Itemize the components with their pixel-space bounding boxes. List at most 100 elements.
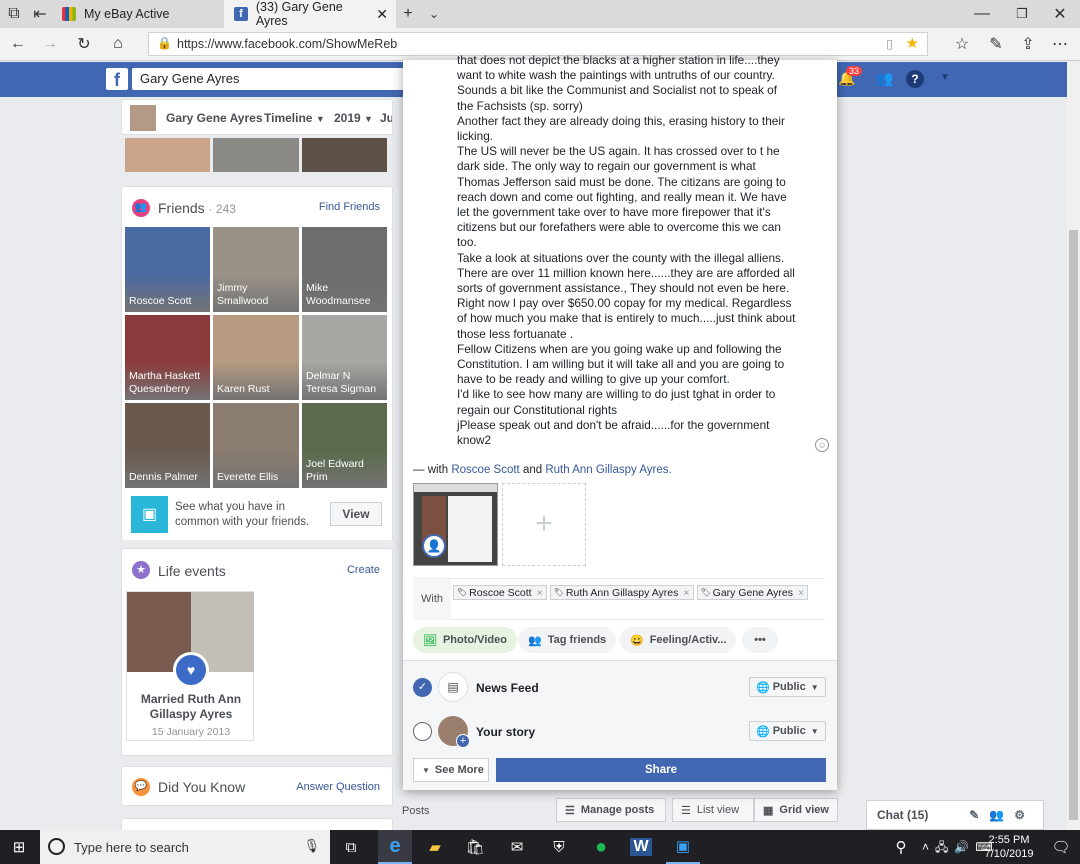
taskbar-search-input[interactable]: Type here to search 🎙 — [40, 830, 330, 864]
tab-ebay[interactable]: My eBay Active — [52, 0, 224, 28]
profile-nav-name[interactable]: Gary Gene Ayres — [166, 111, 263, 125]
tag-icon: 🏷 — [700, 588, 711, 597]
photo-video-button[interactable]: 🖼 Photo/Video — [413, 627, 517, 653]
people-icon[interactable]: ⚲ — [884, 830, 918, 864]
list-view-button[interactable]: ☰ List view — [672, 798, 754, 822]
tag-chip[interactable]: 🏷 Ruth Ann Gillaspy Ayres × — [549, 585, 694, 600]
tab-actions-icon[interactable]: ⧉ — [2, 2, 26, 26]
tag-chip[interactable]: 🏷 Gary Gene Ayres × — [696, 585, 809, 600]
photo-thumb[interactable] — [302, 138, 387, 172]
app-icon[interactable]: ▣ — [666, 830, 700, 864]
news-feed-privacy-select[interactable]: 🌐 Public ▼ — [749, 677, 826, 697]
answer-question-link[interactable]: Answer Question — [296, 781, 380, 793]
file-explorer-icon[interactable]: ▰ — [418, 830, 452, 864]
friend-tile[interactable]: Dennis Palmer — [125, 403, 210, 488]
more-icon[interactable]: ⋯ — [1048, 32, 1072, 56]
friend-tile[interactable]: Roscoe Scott — [125, 227, 210, 312]
windows-start-icon[interactable]: ⊞ — [2, 830, 36, 864]
tagged-friend-link[interactable]: Ruth Ann Gillaspy Ayres. — [545, 464, 671, 476]
chat-icons[interactable]: ✎👥⚙ — [969, 808, 1035, 822]
mail-icon[interactable]: ✉ — [500, 830, 534, 864]
create-link[interactable]: Create — [347, 564, 380, 576]
tag-chip[interactable]: 🏷 Roscoe Scott × — [453, 585, 547, 600]
timeline-dropdown[interactable]: Timeline ▼ — [264, 111, 325, 125]
word-icon[interactable]: W — [624, 830, 658, 864]
life-events-title[interactable]: Life events — [158, 563, 226, 579]
remove-tag-icon[interactable]: × — [798, 587, 804, 599]
life-event-tile[interactable]: ♥ Married Ruth Ann Gillaspy Ayres 15 Jan… — [126, 591, 254, 741]
friend-tile[interactable]: Everette Ellis — [213, 403, 299, 488]
remove-tag-icon[interactable]: × — [537, 587, 543, 599]
task-view-icon[interactable]: ⧉ — [334, 830, 368, 864]
feeling-activity-button[interactable]: 😀 Feeling/Activ... — [620, 627, 736, 653]
tag-friends-label: Tag friends — [547, 634, 607, 646]
view-button[interactable]: View — [330, 502, 382, 526]
edge-icon[interactable]: e — [378, 830, 412, 864]
minimize-icon[interactable]: — — [970, 2, 994, 26]
friend-tile[interactable]: Delmar N Teresa Sigman — [302, 315, 387, 400]
post-text-line: licking. — [457, 129, 494, 144]
did-you-know-title[interactable]: Did You Know — [158, 779, 245, 795]
security-shield-icon[interactable]: ⛨ — [542, 830, 576, 864]
scrollbar-thumb[interactable] — [1069, 230, 1078, 820]
search-input[interactable]: Gary Gene Ayres — [132, 68, 432, 90]
reading-view-icon[interactable]: ▯ — [886, 36, 893, 51]
story-privacy-select[interactable]: 🌐 Public ▼ — [749, 721, 826, 741]
friend-tile[interactable]: Karen Rust — [213, 315, 299, 400]
microphone-icon[interactable]: 🎙 — [303, 838, 320, 854]
friend-requests-icon[interactable]: 👥 — [876, 70, 893, 87]
more-options-button[interactable]: ••• — [742, 627, 778, 653]
pen-icon[interactable]: ✎ — [984, 32, 1008, 56]
account-menu-icon[interactable]: ▼ — [940, 72, 950, 83]
lock-icon: 🔒 — [157, 36, 172, 50]
action-center-icon[interactable]: 🗨 — [1044, 830, 1078, 864]
post-text-area[interactable]: that does not depict the blacks at a hig… — [457, 53, 802, 448]
back-icon[interactable]: ← — [6, 32, 30, 56]
home-icon[interactable]: ⌂ — [106, 32, 130, 56]
close-tab-icon[interactable]: ✕ — [376, 6, 388, 23]
your-story-checkbox[interactable] — [413, 722, 432, 741]
friend-tile[interactable]: Martha Haskett Quesenberry — [125, 315, 210, 400]
share-icon[interactable]: ⇪ — [1016, 32, 1040, 56]
help-icon[interactable]: ? — [906, 70, 924, 88]
manage-posts-button[interactable]: ☰ Manage posts — [556, 798, 666, 822]
tag-person-icon[interactable]: 👤 — [422, 534, 446, 558]
year-dropdown[interactable]: 2019 ▼ — [334, 111, 373, 125]
add-photo-button[interactable]: + — [502, 483, 586, 566]
forward-icon[interactable]: → — [38, 32, 62, 56]
find-friends-link[interactable]: Find Friends — [319, 201, 380, 213]
see-more-button[interactable]: ▼ See More — [413, 758, 489, 782]
close-window-icon[interactable]: ✕ — [1048, 2, 1072, 26]
chevron-down-icon[interactable]: ⌄ — [422, 2, 446, 26]
chat-bar[interactable]: Chat (15) ✎👥⚙ — [866, 800, 1044, 830]
refresh-icon[interactable]: ↻ — [72, 32, 96, 56]
emoji-icon[interactable]: ☺ — [815, 438, 829, 452]
clock-date: 7/10/2019 — [984, 848, 1034, 860]
friend-tile[interactable]: Jimmy Smallwood — [213, 227, 299, 312]
friend-tile[interactable]: Joel Edward Prim — [302, 403, 387, 488]
grid-view-button[interactable]: ▦ Grid view — [754, 798, 838, 822]
favorite-star-icon[interactable]: ★ — [906, 34, 919, 52]
photo-thumb[interactable] — [213, 138, 299, 172]
news-feed-checkbox[interactable]: ✓ — [413, 678, 432, 697]
favorites-icon[interactable]: ☆ — [950, 32, 974, 56]
clock[interactable]: 2:55 PM 7/10/2019 — [978, 833, 1040, 861]
month-dropdown[interactable]: Ju — [380, 111, 392, 125]
friends-title[interactable]: Friends · 243 — [158, 200, 236, 216]
remove-tag-icon[interactable]: × — [683, 587, 689, 599]
new-tab-icon[interactable]: + — [396, 2, 420, 26]
tabs-aside-icon[interactable]: ⇤ — [28, 2, 52, 26]
scrollbar[interactable] — [1067, 62, 1080, 830]
store-icon[interactable]: 🛍 — [458, 830, 492, 864]
facebook-logo-icon[interactable]: f — [106, 68, 128, 90]
tab-facebook[interactable]: f (33) Gary Gene Ayres ✕ — [224, 0, 396, 28]
avatar[interactable] — [130, 105, 156, 131]
friend-tile[interactable]: Mike Woodmansee — [302, 227, 387, 312]
maximize-icon[interactable]: ❐ — [1010, 2, 1034, 26]
tag-friends-button[interactable]: 👥 Tag friends — [518, 627, 617, 653]
spotify-icon[interactable]: ● — [584, 830, 618, 864]
photo-thumb[interactable] — [125, 138, 210, 172]
share-button[interactable]: Share — [496, 758, 826, 782]
attached-photo-thumb[interactable]: 👤 — [413, 483, 498, 566]
tagged-friend-link[interactable]: Roscoe Scott — [451, 464, 519, 476]
